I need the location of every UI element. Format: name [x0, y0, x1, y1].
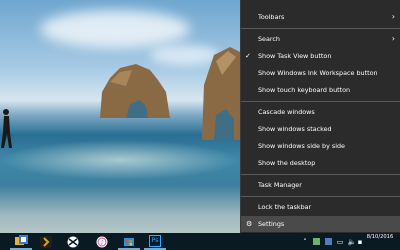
menu-item-label: Show the desktop — [258, 159, 316, 167]
taskbar-context-menu: Toolbars › Search › ✓ Show Task View but… — [240, 0, 400, 233]
menu-separator — [241, 28, 400, 29]
walking-person — [1, 109, 12, 148]
menu-item-label: Lock the taskbar — [258, 203, 312, 211]
menu-item-label: Show windows side by side — [258, 142, 345, 150]
menu-item-show-task-view[interactable]: ✓ Show Task View button — [241, 48, 400, 64]
menu-item-show-windows-stacked[interactable]: Show windows stacked — [241, 121, 400, 137]
menu-separator — [241, 101, 400, 102]
rock-arch-right — [202, 47, 245, 140]
rock-arch-left — [100, 64, 170, 118]
menu-item-label: Show touch keyboard button — [258, 86, 351, 94]
photoshop-label: Ps — [151, 236, 159, 244]
menu-item-label: Cascade windows — [258, 108, 315, 116]
menu-item-label: Task Manager — [258, 181, 302, 189]
menu-item-cascade-windows[interactable]: Cascade windows — [241, 104, 400, 120]
chevron-right-icon: › — [391, 34, 395, 43]
menu-item-label: Settings — [258, 220, 285, 228]
file-explorer-button[interactable] — [10, 233, 32, 250]
blue-app-icon — [324, 238, 332, 245]
store-icon — [124, 237, 134, 246]
menu-item-task-manager[interactable]: Task Manager — [241, 177, 400, 193]
checkmark-icon: ✓ — [245, 52, 251, 60]
menu-item-show-windows-side-by-side[interactable]: Show windows side by side — [241, 138, 400, 154]
menu-item-search[interactable]: Search › — [241, 31, 400, 47]
clock-date: 8/10/2016 — [366, 234, 394, 240]
menu-item-label: Search — [258, 35, 280, 43]
xbox-icon — [67, 236, 79, 247]
menu-item-toolbars[interactable]: Toolbars › — [241, 9, 400, 25]
chevron-right-icon: › — [391, 12, 395, 21]
menu-item-settings[interactable]: ⚙ Settings — [241, 216, 400, 232]
menu-item-label: Toolbars — [258, 13, 285, 21]
itunes-button[interactable]: ♪ — [91, 233, 113, 250]
menu-item-label: Show Windows Ink Workspace button — [258, 69, 378, 77]
menu-item-label: Show windows stacked — [258, 125, 332, 133]
taskbar[interactable]: ♪ Ps ˄ ▭ 🔈 ▪ 8/10/2016 — [0, 233, 400, 250]
tray-app-icon[interactable] — [311, 233, 321, 250]
menu-item-show-touch-keyboard[interactable]: Show touch keyboard button — [241, 82, 400, 98]
menu-item-lock-taskbar[interactable]: Lock the taskbar — [241, 199, 400, 215]
plex-button[interactable] — [35, 233, 57, 250]
tray-app-icon[interactable] — [323, 233, 333, 250]
svg-text:♪: ♪ — [100, 239, 104, 246]
cloud — [40, 10, 190, 48]
photoshop-icon: Ps — [149, 234, 161, 247]
green-app-icon — [312, 238, 320, 245]
store-button[interactable] — [118, 233, 140, 250]
sun-glare — [0, 140, 240, 180]
volume-icon[interactable]: 🔈 — [347, 233, 357, 250]
menu-item-label: Show Task View button — [258, 52, 332, 60]
xbox-button[interactable] — [62, 233, 84, 250]
network-icon[interactable]: ▭ — [335, 233, 345, 250]
system-clock[interactable]: 8/10/2016 — [362, 233, 398, 250]
menu-separator — [241, 174, 400, 175]
menu-item-show-desktop[interactable]: Show the desktop — [241, 155, 400, 171]
tray-chevron-up-icon[interactable]: ˄ — [300, 233, 310, 250]
photoshop-button[interactable]: Ps — [144, 233, 166, 250]
itunes-icon: ♪ — [96, 236, 108, 247]
plex-icon — [40, 235, 52, 248]
gear-icon: ⚙ — [246, 220, 253, 228]
file-explorer-icon — [14, 235, 28, 245]
menu-item-show-ink-workspace[interactable]: Show Windows Ink Workspace button — [241, 65, 400, 81]
menu-separator — [241, 196, 400, 197]
